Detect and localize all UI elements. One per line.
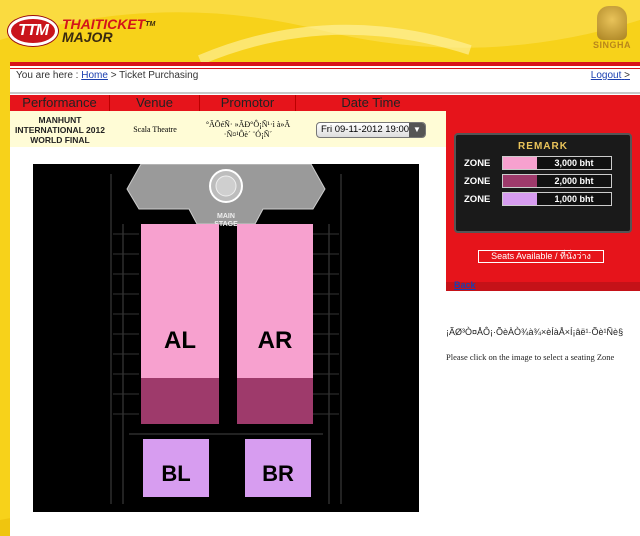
zone-br[interactable]: BR [245, 439, 311, 497]
datetime-select[interactable]: Fri 09-11-2012 19:00 ▼ [316, 121, 426, 138]
singha-logo: SINGHA [590, 6, 634, 50]
legend-zone-label: ZONE [464, 175, 491, 187]
legend-row: ZONE 3,000 bht [464, 156, 630, 170]
breadcrumb-current: Ticket Purchasing [119, 70, 199, 81]
event-info-table: Performance Venue Promotor Date Time MAN… [10, 95, 446, 147]
instruction-heading: ¡ÃØ³Ò¤ÅÔ¡·ÕèÀÒ¾à¾×èÍàÅ×Í¡âë¹·Õè¹Ñè§ [446, 327, 624, 337]
stage-label-main: MAIN [217, 213, 235, 220]
performance-value: MANHUNT INTERNATIONAL 2012 WORLD FINAL [15, 114, 105, 145]
legend-row: ZONE 1,000 bht [464, 192, 630, 206]
singha-text: SINGHA [592, 40, 631, 50]
header-performance: Performance [10, 95, 110, 111]
ticket-major-logo[interactable]: TTM THAITICKETTM MAJOR [8, 16, 155, 46]
instruction-text: Please click on the image to select a se… [446, 352, 615, 362]
zone-al-label: AL [164, 327, 196, 354]
logo-tm: TM [145, 21, 156, 28]
table-header: Performance Venue Promotor Date Time [10, 95, 446, 111]
promotor-value: °ÃÕéÑ· »ÃÐ°Ô¡Ñ¹·ì à»Ã ·Ñ¤¹Ôè´ ¨Ó¡Ñ´ [205, 119, 291, 139]
seating-map[interactable]: MAIN STAGE AL AR BL BR [33, 163, 419, 512]
remark-panel: REMARK ZONE 3,000 bht ZONE 2,000 bht ZON… [446, 95, 640, 282]
logout-arrow: > [624, 70, 630, 81]
legend-price: 2,000 bht [554, 176, 594, 186]
zone-ar[interactable]: AR [237, 224, 313, 424]
legend-price: 1,000 bht [554, 194, 594, 204]
legend-price: 3,000 bht [554, 158, 594, 168]
header-venue: Venue [110, 95, 200, 111]
seats-available-button[interactable]: Seats Available / ที่นั่งว่าง [478, 250, 604, 263]
zone-al[interactable]: AL [141, 224, 219, 424]
remark-title: REMARK [518, 141, 568, 152]
header-datetime: Date Time [341, 95, 401, 110]
zone-br-label: BR [262, 461, 294, 486]
legend-row: ZONE 2,000 bht [464, 174, 630, 188]
logo-badge: TTM [8, 16, 58, 46]
zone-ar-label: AR [258, 327, 293, 354]
price-legend: REMARK ZONE 3,000 bht ZONE 2,000 bht ZON… [454, 133, 632, 233]
dropdown-arrow-icon[interactable]: ▼ [409, 122, 425, 137]
logo-name-line2: MAJOR [62, 29, 113, 45]
main-panel: You are here : Home > Ticket Purchasing … [10, 62, 640, 536]
venue-value: Scala Theatre [133, 125, 177, 134]
header: TTM THAITICKETTM MAJOR SINGHA [0, 0, 640, 62]
back-link[interactable]: Back [454, 280, 476, 290]
breadcrumb-home-link[interactable]: Home [81, 70, 108, 81]
breadcrumb-prefix: You are here : [16, 70, 79, 81]
breadcrumb-separator: > [110, 70, 117, 81]
table-row: MANHUNT INTERNATIONAL 2012 WORLD FINAL S… [10, 112, 446, 147]
legend-swatch [503, 157, 537, 169]
seating-map-svg: MAIN STAGE AL AR BL BR [110, 163, 342, 504]
header-separator [10, 92, 640, 94]
zone-bl-label: BL [161, 461, 190, 486]
legend-swatch [503, 175, 537, 187]
singha-emblem-icon [597, 6, 627, 40]
logout-link[interactable]: Logout [591, 70, 622, 81]
top-divider-thin [10, 68, 640, 69]
legend-zone-label: ZONE [464, 193, 491, 205]
legend-swatch [503, 193, 537, 205]
main-stage: MAIN STAGE [126, 163, 326, 228]
datetime-select-value: Fri 09-11-2012 19:00 [321, 124, 410, 135]
top-divider [10, 62, 640, 66]
header-promotor: Promotor [200, 95, 296, 111]
zone-bl[interactable]: BL [143, 439, 209, 497]
breadcrumb: You are here : Home > Ticket Purchasing [16, 70, 198, 81]
legend-zone-label: ZONE [464, 157, 491, 169]
